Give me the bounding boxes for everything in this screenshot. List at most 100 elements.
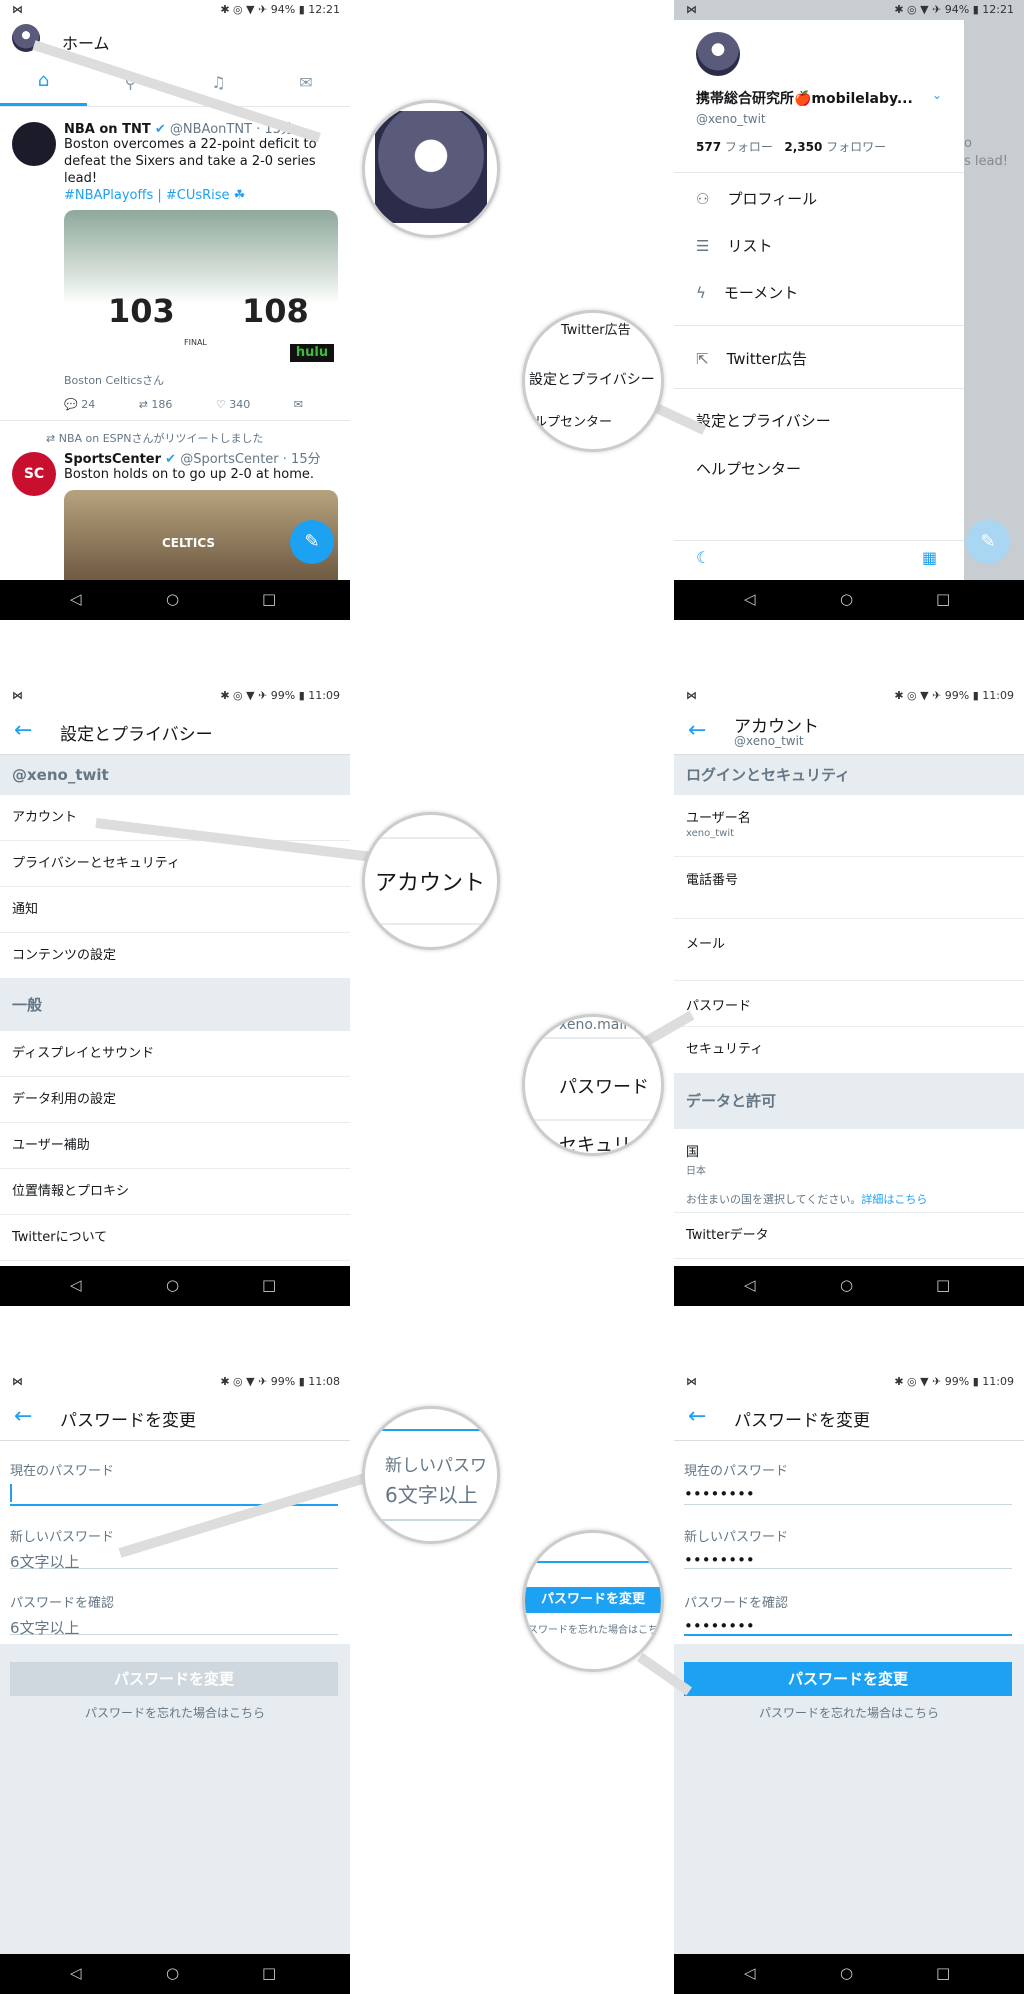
confirm-password-field[interactable]: パスワードを確認 6文字以上 xyxy=(10,1592,338,1637)
forgot-password-link[interactable]: パスワードを忘れた場合はこちら xyxy=(0,1704,350,1721)
back-arrow-icon[interactable]: ← xyxy=(14,718,32,743)
drawer-item-ads[interactable]: ⇱ Twitter広告 xyxy=(696,348,807,369)
drawer-item-settings[interactable]: 設定とプライバシー xyxy=(696,410,831,431)
status-bar: ⋈ ✱ ◎ ▼ ✈ 99% ▮ 11:09 xyxy=(674,1372,1024,1392)
app-icon: ⋈ xyxy=(686,3,697,16)
back-nav-icon[interactable]: ◁ xyxy=(744,590,756,608)
back-arrow-icon[interactable]: ← xyxy=(14,1404,32,1429)
tweet-avatar-nba[interactable] xyxy=(12,122,56,166)
drawer-item-moments[interactable]: ϟ モーメント xyxy=(696,282,798,303)
change-password-button[interactable]: パスワードを変更 xyxy=(684,1662,1012,1696)
settings-item-about[interactable]: Twitterについて xyxy=(0,1215,350,1261)
back-nav-icon[interactable]: ◁ xyxy=(744,1276,756,1294)
settings-item-data[interactable]: データ利用の設定 xyxy=(0,1077,350,1123)
chevron-down-icon[interactable]: ⌄ xyxy=(932,88,942,102)
retweet-count: 186 xyxy=(151,398,173,411)
recents-nav-icon[interactable]: □ xyxy=(936,1276,950,1294)
account-item-phone[interactable]: 電話番号 xyxy=(674,857,1024,919)
home-nav-icon[interactable]: ○ xyxy=(840,1276,853,1294)
settings-item-display[interactable]: ディスプレイとサウンド xyxy=(0,1031,350,1077)
recents-nav-icon[interactable]: □ xyxy=(936,590,950,608)
status-right: ✱ ◎ ▼ ✈ 99% ▮ 11:09 xyxy=(894,689,1014,702)
recents-nav-icon[interactable]: □ xyxy=(262,590,276,608)
final-label: FINAL xyxy=(184,338,207,347)
compose-button[interactable]: ✎ xyxy=(290,520,334,564)
night-mode-icon[interactable]: ☾ xyxy=(696,548,710,567)
android-nav-bar: ◁ ○ □ xyxy=(674,1954,1024,1994)
home-nav-icon[interactable]: ○ xyxy=(166,1964,179,1982)
recents-nav-icon[interactable]: □ xyxy=(262,1276,276,1294)
drawer-user-name[interactable]: 携帯総合研究所🍎mobilelaby... xyxy=(696,88,913,108)
section-header-login: ログインとセキュリティ xyxy=(674,755,1024,795)
magnifier-divider xyxy=(365,837,497,839)
home-nav-icon[interactable]: ○ xyxy=(840,590,853,608)
change-button-magnifier: パスワードを変更 スワードを忘れた場合はこち xyxy=(522,1530,664,1672)
page-title: 設定とプライバシー xyxy=(60,725,213,745)
status-bar: ⋈ ✱ ◎ ▼ ✈ 94% ▮ 12:21 xyxy=(674,0,1024,20)
status-right: ✱ ◎ ▼ ✈ 94% ▮ 12:21 xyxy=(220,3,340,16)
tweet-text: Boston overcomes a 22-point deficit to d… xyxy=(64,137,317,186)
settings-screen: ⋈ ✱ ◎ ▼ ✈ 99% ▮ 11:09 ← 設定とプライバシー @xeno_… xyxy=(0,686,350,1306)
tab-home[interactable]: ⌂ xyxy=(0,60,87,106)
page-title: パスワードを変更 xyxy=(734,1411,870,1431)
magnifier-divider xyxy=(365,923,497,925)
divider xyxy=(674,325,964,326)
account-item-username[interactable]: ユーザー名 xeno_twit xyxy=(674,795,1024,857)
retweet-icon[interactable]: ⇄ xyxy=(139,398,148,411)
back-nav-icon[interactable]: ◁ xyxy=(70,1276,82,1294)
drawer-item-help[interactable]: ヘルプセンター xyxy=(696,458,801,479)
drawer-item-lists[interactable]: ☰ リスト xyxy=(696,235,772,256)
new-password-field[interactable]: 新しいパスワード •••••••• xyxy=(684,1526,1012,1569)
account-item-twitter-data[interactable]: Twitterデータ xyxy=(674,1213,1024,1259)
status-bar: ⋈ ✱ ◎ ▼ ✈ 99% ▮ 11:09 xyxy=(0,686,350,706)
tweet-avatar-sportscenter[interactable]: SC xyxy=(12,452,56,496)
back-nav-icon[interactable]: ◁ xyxy=(70,590,82,608)
drawer-item-profile[interactable]: ⚇ プロフィール xyxy=(696,188,817,209)
reply-icon[interactable]: 💬 xyxy=(64,398,78,411)
tweet-media-image[interactable]: 103 108 FINAL hulu xyxy=(64,210,338,366)
share-icon[interactable]: ✉ xyxy=(294,398,303,411)
back-arrow-icon[interactable]: ← xyxy=(688,1404,706,1429)
confirm-password-field[interactable]: パスワードを確認 •••••••• xyxy=(684,1592,1012,1636)
recents-nav-icon[interactable]: □ xyxy=(262,1964,276,1982)
tweet-handle: @SportsCenter · 15分 xyxy=(180,452,321,467)
follow-counts[interactable]: 577 フォロー 2,350 フォロワー xyxy=(696,138,886,155)
like-icon[interactable]: ♡ xyxy=(216,398,226,411)
change-password-button[interactable]: パスワードを変更 xyxy=(10,1662,338,1696)
section-header-data: データと許可 xyxy=(674,1073,1024,1129)
learn-more-link[interactable]: 詳細はこちら xyxy=(861,1193,927,1206)
divider xyxy=(674,388,964,389)
android-nav-bar: ◁ ○ □ xyxy=(0,1266,350,1306)
app-icon: ⋈ xyxy=(12,689,23,702)
current-password-field[interactable]: 現在のパスワード •••••••• xyxy=(684,1460,1012,1505)
compose-button: ✎ xyxy=(966,520,1010,564)
retweet-note: ⇄ NBA on ESPNさんがリツイートしました xyxy=(46,432,264,445)
settings-item-location[interactable]: 位置情報とプロキシ xyxy=(0,1169,350,1215)
forgot-password-link[interactable]: パスワードを忘れた場合はこちら xyxy=(674,1704,1024,1721)
tab-messages[interactable]: ✉ xyxy=(262,60,350,106)
tweet-liked-by: Boston Celticsさん xyxy=(64,374,165,387)
account-item-country[interactable]: 国 日本 お住まいの国を選択してください。詳細はこちら xyxy=(674,1129,1024,1213)
home-icon: ⌂ xyxy=(37,70,50,91)
back-nav-icon[interactable]: ◁ xyxy=(744,1964,756,1982)
settings-item-notifications[interactable]: 通知 xyxy=(0,887,350,933)
recents-nav-icon[interactable]: □ xyxy=(936,1964,950,1982)
account-item-email[interactable]: メール xyxy=(674,919,1024,981)
home-nav-icon[interactable]: ○ xyxy=(166,590,179,608)
app-bar: ← アカウント @xeno_twit xyxy=(674,706,1024,755)
home-nav-icon[interactable]: ○ xyxy=(840,1964,853,1982)
settings-item-accessibility[interactable]: ユーザー補助 xyxy=(0,1123,350,1169)
back-nav-icon[interactable]: ◁ xyxy=(70,1964,82,1982)
account-item-security[interactable]: セキュリティ xyxy=(674,1027,1024,1073)
magnifier-divider xyxy=(365,1429,497,1431)
avatar[interactable] xyxy=(696,32,740,76)
home-nav-icon[interactable]: ○ xyxy=(166,1276,179,1294)
back-arrow-icon[interactable]: ← xyxy=(688,718,706,743)
tweet-header[interactable]: SportsCenter ✔ @SportsCenter · 15分 xyxy=(64,448,321,467)
settings-item-content[interactable]: コンテンツの設定 xyxy=(0,933,350,979)
qr-code-icon[interactable]: ▦ xyxy=(922,548,937,567)
tweet-hashtags[interactable]: #NBAPlayoffs | #CUsRise ☘ xyxy=(64,188,245,203)
magnifier-divider xyxy=(525,1119,661,1121)
account-item-password[interactable]: パスワード xyxy=(674,981,1024,1027)
lightning-icon: ϟ xyxy=(696,284,706,302)
